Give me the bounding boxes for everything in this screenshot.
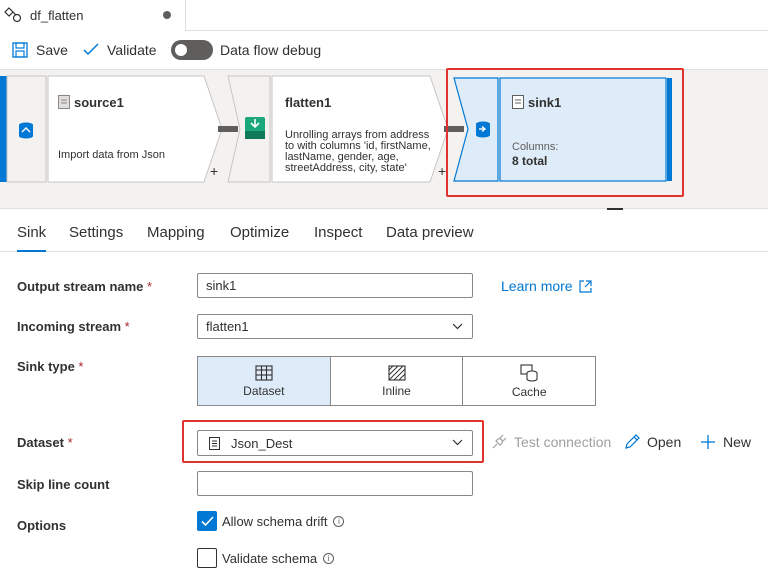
tab-optimize[interactable]: Optimize bbox=[230, 224, 289, 252]
source-node-accent bbox=[0, 76, 7, 182]
learn-more-link[interactable]: Learn more bbox=[501, 278, 592, 294]
canvas-resize-handle[interactable] bbox=[607, 208, 623, 210]
tab-sink[interactable]: Sink bbox=[17, 224, 47, 252]
skip-line-count-input[interactable] bbox=[197, 471, 473, 496]
info-icon[interactable]: i bbox=[323, 552, 335, 564]
save-label: Save bbox=[36, 42, 68, 58]
output-stream-value: sink1 bbox=[206, 278, 237, 293]
source-node-description: Import data from Json bbox=[58, 149, 165, 161]
flatten-node-description: Unrolling arrays from address to with co… bbox=[285, 130, 431, 174]
save-icon bbox=[12, 42, 28, 58]
allow-schema-drift-option[interactable]: Allow schema drift i bbox=[197, 511, 345, 531]
source-node-body[interactable] bbox=[47, 75, 223, 183]
unsaved-dot-icon bbox=[163, 11, 171, 19]
validate-schema-checkbox[interactable] bbox=[197, 548, 217, 568]
required-marker: * bbox=[147, 279, 153, 294]
source-node-title: source1 bbox=[74, 95, 124, 110]
plus-icon bbox=[701, 435, 715, 449]
open-dataset-button[interactable]: Open bbox=[624, 434, 681, 450]
debug-toggle-switch[interactable] bbox=[171, 40, 213, 60]
flatten-desc-line: streetAddress, city, state' bbox=[285, 162, 407, 174]
required-marker: * bbox=[124, 319, 130, 334]
source-database-icon bbox=[19, 122, 33, 139]
tab-data-preview[interactable]: Data preview bbox=[386, 224, 474, 252]
flatten-node-title: flatten1 bbox=[285, 95, 332, 110]
sink-type-dataset-label: Dataset bbox=[243, 383, 285, 398]
info-icon[interactable]: i bbox=[333, 515, 345, 527]
dataset-label: Dataset * bbox=[17, 435, 73, 450]
allow-schema-drift-checkbox[interactable] bbox=[197, 511, 217, 531]
sink-type-inline[interactable]: Inline bbox=[331, 357, 464, 405]
dataflow-icon bbox=[4, 7, 22, 23]
sink-type-dataset[interactable]: Dataset bbox=[198, 357, 331, 405]
document-tab-strip: df_flatten bbox=[0, 0, 768, 31]
sink-type-selector: Dataset Inline Cache bbox=[197, 356, 596, 406]
tab-settings[interactable]: Settings bbox=[69, 224, 123, 252]
required-marker: * bbox=[78, 359, 84, 374]
incoming-stream-label: Incoming stream * bbox=[17, 319, 130, 334]
sink-type-inline-label: Inline bbox=[382, 383, 411, 398]
options-label: Options bbox=[17, 518, 67, 533]
learn-more-text: Learn more bbox=[501, 278, 573, 294]
incoming-stream-select[interactable]: flatten1 bbox=[197, 314, 473, 339]
skip-line-count-label: Skip line count bbox=[17, 477, 110, 492]
toggle-knob bbox=[175, 44, 187, 56]
add-after-source-button[interactable]: + bbox=[210, 163, 218, 179]
inline-hatch-icon bbox=[387, 364, 406, 381]
open-label: Open bbox=[647, 434, 682, 450]
sink-type-label-text: Sink type bbox=[17, 359, 75, 374]
connector-source-flatten bbox=[218, 126, 238, 132]
sink-type-label: Sink type * bbox=[17, 359, 83, 374]
dataset-highlight bbox=[182, 420, 484, 463]
validate-button[interactable]: Validate bbox=[83, 31, 157, 69]
external-link-icon bbox=[578, 279, 592, 293]
new-dataset-button[interactable]: New bbox=[700, 434, 751, 450]
settings-tabs: Sink Settings Mapping Optimize Inspect D… bbox=[0, 212, 768, 252]
sink-type-cache-label: Cache bbox=[511, 384, 547, 399]
new-label: New bbox=[723, 434, 752, 450]
toolbar: Save Validate Data flow debug bbox=[0, 31, 768, 69]
source-json-icon bbox=[58, 95, 70, 109]
tab-mapping[interactable]: Mapping bbox=[147, 224, 205, 252]
checkmark-icon bbox=[200, 515, 214, 526]
plug-disconnected-icon bbox=[492, 434, 507, 449]
test-connection-button[interactable]: Test connection bbox=[491, 434, 611, 450]
chevron-down-icon bbox=[452, 323, 463, 330]
output-stream-label: Output stream name * bbox=[17, 279, 152, 294]
data-flow-debug-toggle[interactable]: Data flow debug bbox=[171, 31, 321, 69]
output-stream-label-text: Output stream name bbox=[17, 279, 144, 294]
add-after-flatten-button[interactable]: + bbox=[438, 163, 446, 179]
document-tab[interactable]: df_flatten bbox=[0, 0, 186, 31]
incoming-stream-label-text: Incoming stream bbox=[17, 319, 122, 334]
required-marker: * bbox=[67, 435, 73, 450]
sink-type-cache[interactable]: Cache bbox=[463, 357, 595, 405]
save-button[interactable]: Save bbox=[12, 31, 68, 69]
output-stream-input[interactable]: sink1 bbox=[197, 273, 473, 298]
document-tab-title: df_flatten bbox=[30, 8, 84, 23]
allow-schema-drift-label: Allow schema drift bbox=[222, 513, 328, 529]
dataset-label-text: Dataset bbox=[17, 435, 64, 450]
validate-label: Validate bbox=[107, 42, 157, 58]
sink-node-highlight bbox=[446, 68, 684, 197]
validate-schema-label: Validate schema bbox=[222, 550, 318, 566]
cache-icon bbox=[520, 363, 538, 382]
checkmark-icon bbox=[83, 43, 99, 56]
pencil-icon bbox=[625, 434, 640, 449]
incoming-stream-value: flatten1 bbox=[206, 319, 249, 334]
validate-schema-option[interactable]: Validate schema i bbox=[197, 548, 335, 568]
table-icon bbox=[255, 364, 273, 381]
test-connection-label: Test connection bbox=[514, 434, 612, 450]
tab-inspect[interactable]: Inspect bbox=[314, 224, 362, 252]
debug-label: Data flow debug bbox=[220, 42, 322, 58]
flatten-icon bbox=[245, 117, 265, 139]
